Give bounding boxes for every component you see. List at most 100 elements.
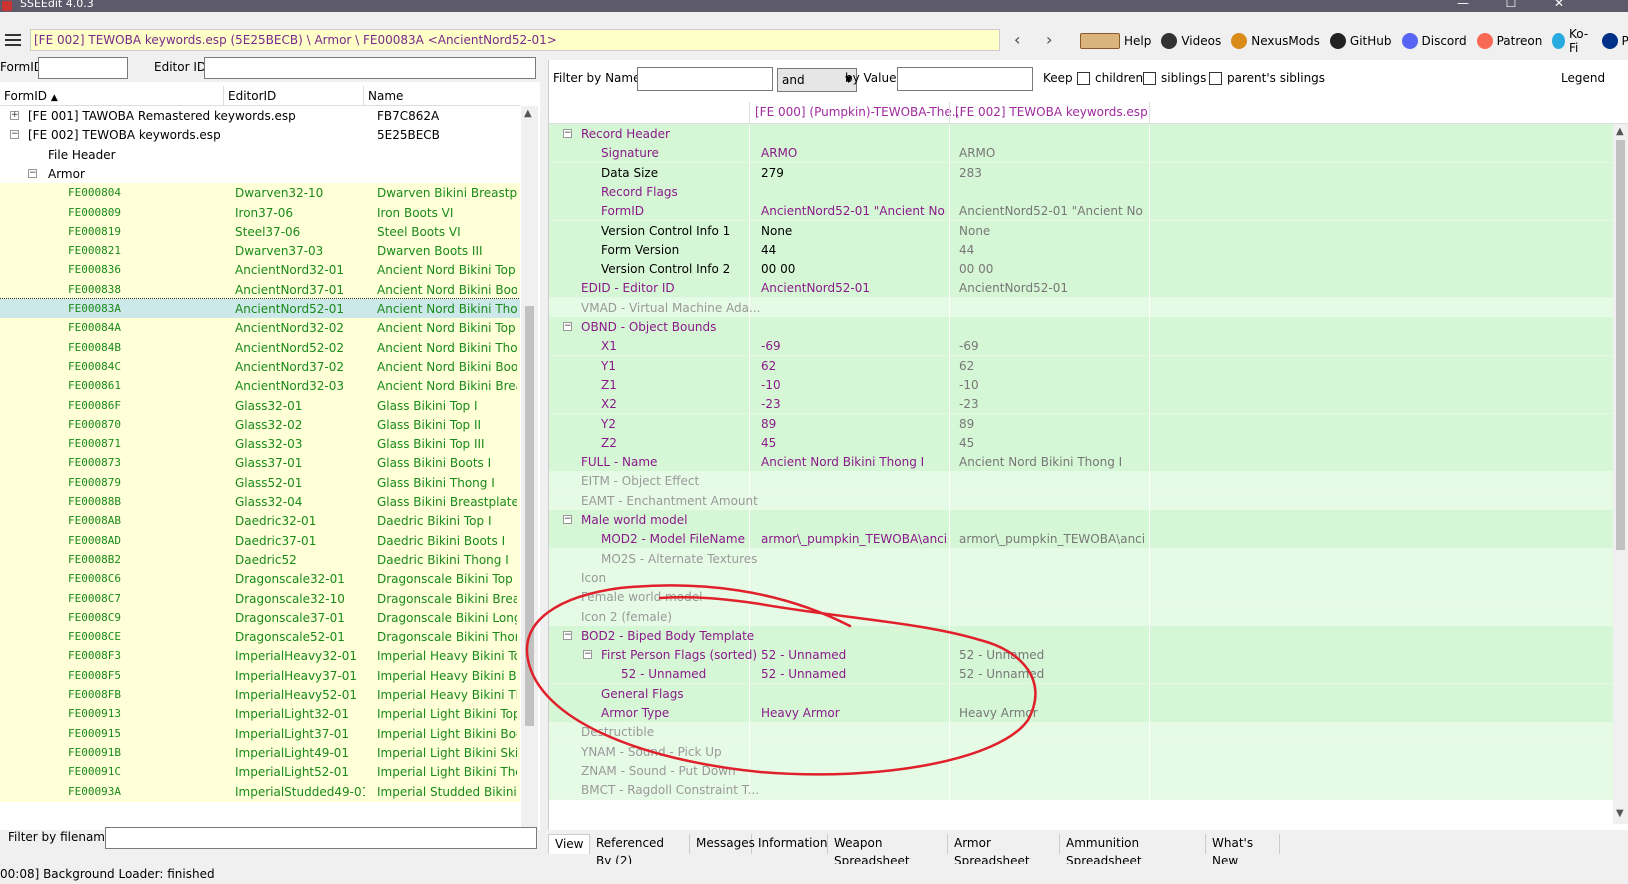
record-row[interactable]: FE000915 ImperialLight37-01 Imperial Light… xyxy=(0,723,520,744)
link-discord[interactable]: Discord xyxy=(1401,33,1467,49)
field-row[interactable]: Version Control Info 2 00 00 00 00 xyxy=(549,259,1613,280)
record-row[interactable]: FE00084B AncientNord52-02 Ancient Nord Bik… xyxy=(0,337,520,358)
record-row[interactable]: FE0008AD Daedric37-01 Daedric Bikini Boots… xyxy=(0,530,520,551)
field-value-master[interactable]: -69 xyxy=(761,336,946,356)
filter-value-input[interactable] xyxy=(897,67,1033,91)
field-row[interactable]: MO2S - Alternate Textures xyxy=(549,548,1613,569)
link-github[interactable]: GitHub xyxy=(1329,33,1392,49)
armor-group-row[interactable]: − Armor xyxy=(0,164,520,184)
field-value-override[interactable]: -23 xyxy=(959,394,1144,414)
field-row[interactable]: VMAD - Virtual Machine Ada... xyxy=(549,297,1613,318)
record-row[interactable]: FE000804 Dwarven32-10 Dwarven Bikini Breas… xyxy=(0,183,520,204)
field-value-override[interactable]: ARMO xyxy=(959,143,1144,163)
field-value-override[interactable]: Heavy Armor xyxy=(959,703,1144,723)
field-value-override[interactable]: 62 xyxy=(959,356,1144,376)
collapse-icon[interactable]: − xyxy=(563,515,572,524)
field-row[interactable]: 52 - Unnamed 52 - Unnamed 52 - Unnamed xyxy=(549,664,1613,685)
field-row[interactable]: Female world model xyxy=(549,587,1613,608)
record-row[interactable]: FE00086F Glass32-01 Glass Bikini Top I xyxy=(0,395,520,416)
record-row[interactable]: FE00084C AncientNord37-02 Ancient Nord Bik… xyxy=(0,356,520,377)
collapse-icon[interactable]: − xyxy=(563,322,572,331)
field-value-master[interactable]: Ancient Nord Bikini Thong I xyxy=(761,452,946,472)
tab-weapon-spreadsheet[interactable]: Weapon Spreadsheet xyxy=(828,834,948,868)
record-row[interactable]: FE000871 Glass32-03 Glass Bikini Top III xyxy=(0,434,520,455)
field-row[interactable]: − Record Header xyxy=(549,124,1613,144)
field-row[interactable]: EITM - Object Effect xyxy=(549,471,1613,492)
keep-parents-siblings-checkbox[interactable] xyxy=(1209,72,1222,85)
collapse-icon[interactable]: − xyxy=(28,168,37,178)
field-value-master[interactable]: armor\_pumpkin_TEWOBA\anci... xyxy=(761,529,946,549)
record-row[interactable]: FE000836 AncientNord32-01 Ancient Nord Bik… xyxy=(0,260,520,281)
field-value-master[interactable]: 44 xyxy=(761,240,946,260)
field-value-master[interactable]: 89 xyxy=(761,414,946,434)
formid-filter-input[interactable] xyxy=(38,57,128,79)
record-row[interactable]: FE000819 Steel37-06 Steel Boots VI xyxy=(0,221,520,242)
record-row[interactable]: FE0008B2 Daedric52 Daedric Bikini Thong I xyxy=(0,549,520,570)
record-row[interactable]: FE0008C6 Dragonscale32-01 Dragonscale Biki… xyxy=(0,569,520,590)
field-row[interactable]: Icon 2 (female) xyxy=(549,606,1613,627)
field-value-override[interactable]: AncientNord52-01 "Ancient Nor... xyxy=(959,201,1144,221)
field-value-master[interactable]: 52 - Unnamed xyxy=(761,664,946,684)
field-value-override[interactable]: 44 xyxy=(959,240,1144,260)
field-row[interactable]: EAMT - Enchantment Amount xyxy=(549,490,1613,511)
maximize-button[interactable]: ☐ xyxy=(1488,0,1534,9)
expand-icon[interactable]: + xyxy=(10,111,19,120)
filename-filter-input[interactable] xyxy=(105,827,537,849)
link-ko-fi[interactable]: Ko-Fi xyxy=(1552,27,1591,55)
record-row[interactable]: FE0008F3 ImperialHeavy32-01 Imperial Heavy… xyxy=(0,646,520,667)
collapse-icon[interactable]: − xyxy=(10,130,19,140)
field-row[interactable]: Destructible xyxy=(549,722,1613,743)
record-row[interactable]: FE00088B Glass32-04 Glass Bikini Breastpla… xyxy=(0,492,520,512)
record-row[interactable]: FE0008FB ImperialHeavy52-01 Imperial Heavy… xyxy=(0,685,520,705)
hamburger-menu-icon[interactable] xyxy=(5,34,21,46)
tab-armor-spreadsheet[interactable]: Armor Spreadsheet xyxy=(948,834,1060,868)
field-value-override[interactable]: 52 - Unnamed xyxy=(959,664,1144,684)
col-override-plugin-header[interactable]: [FE 002] TEWOBA keywords.esp xyxy=(955,105,1148,119)
record-row[interactable]: FE0008CE Dragonscale52-01 Dragonscale Biki… xyxy=(0,627,520,648)
record-row[interactable]: FE00091B ImperialLight49-01 Imperial Light… xyxy=(0,742,520,763)
plugin-row[interactable]: − [FE 002] TEWOBA keywords.esp 5E25BECB xyxy=(0,125,520,145)
field-row[interactable]: General Flags xyxy=(549,683,1613,704)
record-row[interactable]: FE0008F5 ImperialHeavy37-01 Imperial Heavy… xyxy=(0,665,520,686)
record-path-bar[interactable]: [FE 002] TEWOBA keywords.esp (5E25BECB) … xyxy=(30,29,1000,51)
field-row[interactable]: − First Person Flags (sorted) 52 - Unnamed… xyxy=(549,645,1613,666)
field-row[interactable]: − BOD2 - Biped Body Template xyxy=(549,625,1613,646)
link-videos[interactable]: Videos xyxy=(1161,33,1221,49)
field-value-override[interactable]: 89 xyxy=(959,414,1144,434)
field-value-override[interactable]: 00 00 xyxy=(959,259,1144,279)
field-value-master[interactable]: -10 xyxy=(761,375,946,395)
field-value-master[interactable]: 62 xyxy=(761,356,946,376)
record-row[interactable]: FE0008AB Daedric32-01 Daedric Bikini Top I xyxy=(0,511,520,532)
field-value-override[interactable]: -69 xyxy=(959,336,1144,356)
tab-messages[interactable]: Messages xyxy=(690,834,755,854)
field-row[interactable]: Form Version 44 44 xyxy=(549,239,1613,260)
record-row[interactable]: FE0008C7 Dragonscale32-10 Dragonscale Biki… xyxy=(0,588,520,609)
col-name-header[interactable]: Name xyxy=(368,89,403,103)
field-row[interactable]: − Male world model xyxy=(549,510,1613,530)
link-patreon[interactable]: Patreon xyxy=(1476,33,1542,49)
minimize-button[interactable]: — xyxy=(1440,0,1486,9)
field-value-master[interactable]: 45 xyxy=(761,433,946,453)
close-button[interactable]: ✕ xyxy=(1536,0,1582,9)
field-value-master[interactable]: 52 - Unnamed xyxy=(761,645,946,665)
field-row[interactable]: Icon xyxy=(549,567,1613,588)
field-value-override[interactable]: None xyxy=(959,221,1144,241)
field-value-master[interactable]: AncientNord52-01 "Ancient Nor... xyxy=(761,201,946,221)
tab-view[interactable]: View xyxy=(548,834,590,854)
record-row[interactable]: FE00084A AncientNord32-02 Ancient Nord Bik… xyxy=(0,318,520,339)
field-row[interactable]: ZNAM - Sound - Put Down xyxy=(549,760,1613,781)
right-scrollbar[interactable]: ▲ ▼ xyxy=(1613,124,1628,824)
tab-ammunition-spreadsheet[interactable]: Ammunition Spreadsheet xyxy=(1060,834,1206,868)
field-row[interactable]: YNAM - Sound - Pick Up xyxy=(549,741,1613,762)
field-row[interactable]: FULL - Name Ancient Nord Bikini Thong I An… xyxy=(549,452,1613,473)
field-row[interactable]: FormID AncientNord52-01 "Ancient Nor... An… xyxy=(549,201,1613,222)
field-value-override[interactable]: 283 xyxy=(959,163,1144,183)
field-row[interactable]: − OBND - Object Bounds xyxy=(549,317,1613,337)
field-value-master[interactable]: 279 xyxy=(761,163,946,183)
collapse-icon[interactable]: − xyxy=(583,650,592,660)
left-scrollbar[interactable]: ▲ ▼ xyxy=(521,106,538,846)
field-row[interactable]: BMCT - Ragdoll Constraint T... xyxy=(549,780,1613,801)
field-value-master[interactable]: ARMO xyxy=(761,143,946,163)
record-row[interactable]: FE000913 ImperialLight32-01 Imperial Light… xyxy=(0,704,520,725)
filter-name-input[interactable] xyxy=(637,67,773,91)
